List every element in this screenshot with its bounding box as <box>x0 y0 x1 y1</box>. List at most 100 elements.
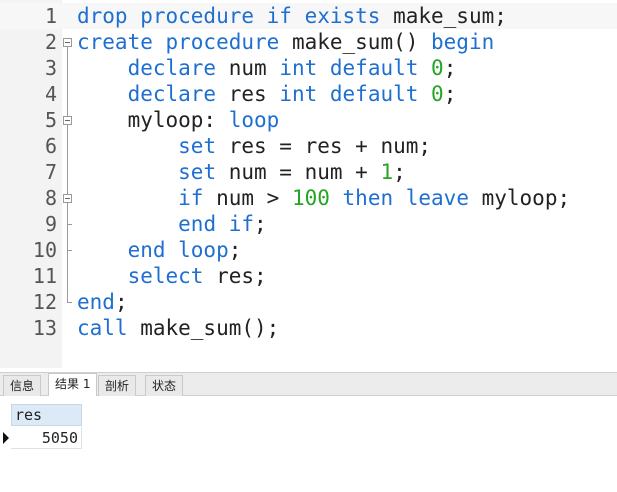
line-number: 4 <box>44 82 57 106</box>
text-token: num = num + <box>216 160 368 184</box>
keyword-token: if <box>178 186 204 210</box>
text-token: ; <box>443 82 457 106</box>
code-text: if num > 100 then leave myloop; <box>77 185 570 211</box>
code-line[interactable]: 11 select res; <box>0 263 617 289</box>
code-line[interactable]: 5 myloop: loop <box>0 107 617 133</box>
column-header-res[interactable]: res <box>11 404 82 426</box>
code-line[interactable]: 2 create procedure make_sum() begin <box>0 29 617 55</box>
code-text: end loop; <box>77 237 242 263</box>
fold-end-tick <box>67 302 72 303</box>
text-token: res = res + num; <box>216 134 432 158</box>
number-token: 1 <box>367 160 394 184</box>
keyword-token: then leave <box>329 186 469 210</box>
keyword-token: end if <box>178 212 255 236</box>
code-line[interactable]: 7 set num = num + 1; <box>0 159 617 185</box>
code-text: end if; <box>77 211 267 237</box>
fold-toggle-icon[interactable] <box>63 116 72 125</box>
line-number: 7 <box>44 160 57 184</box>
code-line[interactable]: 13 call make_sum(); <box>0 315 617 341</box>
line-number: 11 <box>32 264 57 288</box>
code-text: myloop: loop <box>77 107 280 133</box>
keyword-token: begin <box>418 30 495 54</box>
keyword-token: declare <box>127 56 217 80</box>
tab-info[interactable]: 信息 <box>3 375 42 396</box>
result-tabbar: 信息 结果 1 剖析 状态 <box>0 372 617 396</box>
keyword-token: end loop <box>127 238 229 262</box>
line-number: 8 <box>44 186 57 210</box>
code-line[interactable]: 10 end loop; <box>0 237 617 263</box>
text-token: res <box>216 82 267 106</box>
fold-end-tick <box>67 250 72 251</box>
keyword-token: call <box>77 316 128 340</box>
fold-toggle-icon[interactable] <box>63 38 72 47</box>
fold-guide-line <box>67 47 68 302</box>
line-number: 12 <box>32 290 57 314</box>
keyword-token: int default <box>266 82 419 106</box>
text-token: make_sum(); <box>127 316 280 340</box>
code-text: end; <box>77 289 128 315</box>
line-number: 13 <box>32 316 57 340</box>
text-token: res; <box>203 264 267 288</box>
current-row-indicator-icon <box>3 432 9 444</box>
tab-profile[interactable]: 剖析 <box>98 375 137 396</box>
tab-result-1[interactable]: 结果 1 <box>48 373 98 396</box>
line-number: 3 <box>44 56 57 80</box>
code-text: declare num int default 0; <box>77 55 457 81</box>
text-token: myloop: <box>77 108 217 132</box>
text-token: num <box>216 56 267 80</box>
number-token: 0 <box>418 56 444 80</box>
code-text: set num = num + 1; <box>77 159 406 185</box>
line-number: 5 <box>44 108 57 132</box>
keyword-token: loop <box>216 108 280 132</box>
code-line[interactable]: 3 declare num int default 0; <box>0 55 617 81</box>
text-token: ; <box>228 238 242 262</box>
code-line[interactable]: 1 drop procedure if exists make_sum; <box>0 3 617 29</box>
keyword-token: end <box>77 290 115 314</box>
line-number: 1 <box>44 4 57 28</box>
keyword-token: declare <box>127 82 217 106</box>
tab-status[interactable]: 状态 <box>145 375 184 396</box>
keyword-token: select <box>127 264 204 288</box>
text-token: num > <box>203 186 280 210</box>
line-number: 9 <box>44 212 57 236</box>
code-text: create procedure make_sum() begin <box>77 29 494 55</box>
number-token: 100 <box>279 186 330 210</box>
keyword-token: set <box>178 160 217 184</box>
code-text: declare res int default 0; <box>77 81 457 107</box>
text-token: ; <box>114 290 128 314</box>
code-line[interactable]: 8 if num > 100 then leave myloop; <box>0 185 617 211</box>
code-line[interactable]: 9 end if; <box>0 211 617 237</box>
line-number: 2 <box>44 30 57 54</box>
fold-toggle-icon[interactable] <box>63 194 72 203</box>
line-number: 6 <box>44 134 57 158</box>
keyword-token: int default <box>266 56 419 80</box>
result-grid[interactable]: res 5050 <box>0 396 617 492</box>
code-line[interactable]: 12 end; <box>0 289 617 315</box>
code-text: select res; <box>77 263 267 289</box>
code-line[interactable]: 6 set res = res + num; <box>0 133 617 159</box>
keyword-token: set <box>178 134 217 158</box>
text-token: myloop; <box>468 186 571 210</box>
keyword-token: drop procedure if exists <box>77 4 381 28</box>
sql-editor[interactable]: 1 drop procedure if exists make_sum; 2 crea… <box>0 0 617 368</box>
number-token: 0 <box>418 82 444 106</box>
keyword-token: create procedure <box>77 30 280 54</box>
code-text: call make_sum(); <box>77 315 279 341</box>
code-line[interactable]: 4 declare res int default 0; <box>0 81 617 107</box>
text-token: make_sum() <box>279 30 419 54</box>
line-number: 10 <box>32 238 57 262</box>
text-token: ; <box>254 212 267 236</box>
result-cell[interactable]: 5050 <box>11 427 82 449</box>
fold-end-tick <box>67 224 72 225</box>
code-text: drop procedure if exists make_sum; <box>77 3 507 29</box>
text-token: ; <box>393 160 406 184</box>
code-text: set res = res + num; <box>77 133 431 159</box>
